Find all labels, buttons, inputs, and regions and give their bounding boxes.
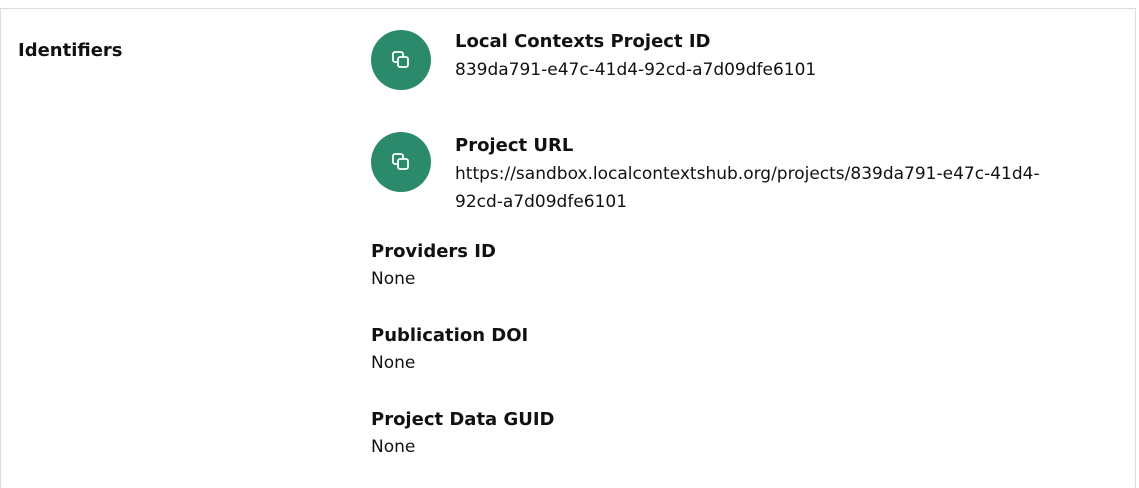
copy-project-url-button[interactable] <box>371 132 431 192</box>
providers-id-label: Providers ID <box>371 241 496 262</box>
publication-doi-value: None <box>371 353 416 373</box>
copy-icon <box>390 151 412 173</box>
copy-icon <box>390 49 412 71</box>
project-url-value-line1[interactable]: https://sandbox.localcontextshub.org/pro… <box>455 160 1040 188</box>
project-url-value-line2[interactable]: 92cd-a7d09dfe6101 <box>455 188 627 216</box>
providers-id-value: None <box>371 269 416 289</box>
project-id-label: Local Contexts Project ID <box>455 31 711 52</box>
identifiers-card: Identifiers Local Contexts Project ID 83… <box>0 8 1136 488</box>
project-url-label: Project URL <box>455 135 574 156</box>
project-id-value: 839da791-e47c-41d4-92cd-a7d09dfe6101 <box>455 60 817 80</box>
project-data-guid-value: None <box>371 437 416 457</box>
section-title: Identifiers <box>18 40 123 61</box>
copy-project-id-button[interactable] <box>371 30 431 90</box>
publication-doi-label: Publication DOI <box>371 325 529 346</box>
project-data-guid-label: Project Data GUID <box>371 409 555 430</box>
